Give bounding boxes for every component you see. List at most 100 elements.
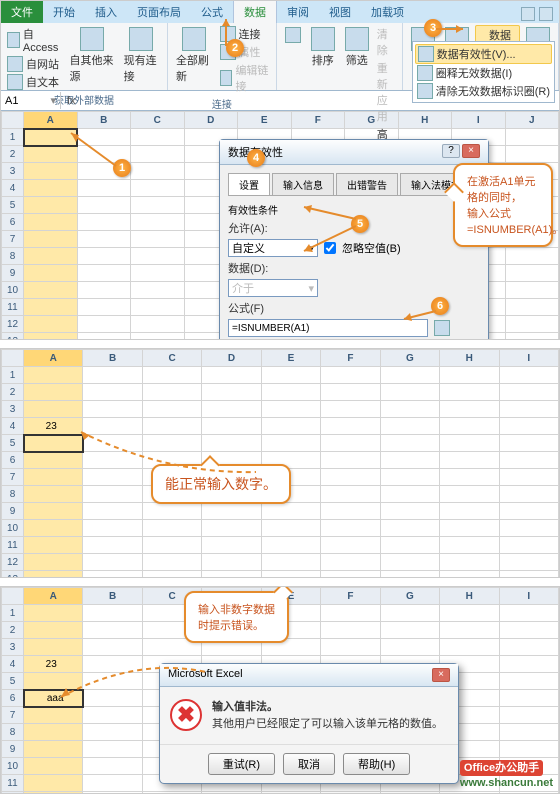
ribbon-body: 自 Access 自网站 自文本 自其他来源 现有连接 获取外部数据 全部刷新 … — [1, 23, 559, 91]
editlinks-icon — [220, 70, 233, 86]
fx-icon[interactable]: fx — [61, 95, 82, 107]
tab-error-alert[interactable]: 出错警告 — [336, 173, 398, 195]
ignore-blank-checkbox[interactable] — [324, 242, 336, 254]
help-icon[interactable] — [539, 7, 553, 21]
range-picker-icon[interactable] — [434, 320, 450, 336]
select-all[interactable] — [2, 112, 24, 129]
error-icon: ✖ — [170, 699, 202, 731]
clear-circle-icon — [417, 83, 433, 99]
dialog-data-validation: 数据有效性 ?× 设置 输入信息 出错警告 输入法模式 有效性条件 允许(A):… — [219, 139, 489, 340]
msgbox-title: Microsoft Excel — [168, 668, 243, 682]
cell-A1[interactable] — [24, 129, 78, 146]
formula-label: 公式(F) — [228, 300, 278, 316]
callout-numeric-ok: 能正常输入数字。 — [151, 464, 291, 504]
filter-icon — [345, 27, 369, 51]
close-button[interactable]: × — [432, 668, 450, 682]
marker-1: 1 — [113, 159, 131, 177]
panel-3: ABCDEFGHI 1 2 3 423 5 6aaa 7 8 9 10 11 1… — [0, 586, 560, 794]
sort-icon — [311, 27, 335, 51]
marker-5: 5 — [351, 215, 369, 233]
cancel-button[interactable]: 取消 — [283, 753, 335, 775]
btn-edit-links: 编辑链接 — [218, 61, 272, 95]
msgbox-heading: 输入值非法。 — [212, 699, 443, 716]
cell-A6[interactable]: aaa — [24, 690, 83, 707]
btn-from-web[interactable]: 自网站 — [5, 55, 63, 73]
col-D[interactable]: D — [184, 112, 238, 129]
dv-dropdown-menu: 数据有效性(V)... 圈释无效数据(I) 清除无效数据标识圈(R) — [412, 41, 555, 103]
tab-file[interactable]: 文件 — [1, 1, 43, 23]
ignore-blank-label: 忽略空值(B) — [342, 240, 401, 256]
tab-home[interactable]: 开始 — [43, 1, 85, 23]
tab-addin[interactable]: 加载项 — [361, 1, 414, 23]
btn-refresh-all[interactable]: 全部刷新 — [172, 25, 216, 95]
col-A[interactable]: A — [24, 350, 83, 367]
btn-reapply: 重新应用 — [375, 59, 398, 125]
col-C[interactable]: C — [131, 112, 185, 129]
other-source-icon — [80, 27, 104, 51]
close-button[interactable]: × — [462, 144, 480, 158]
name-box[interactable]: A1▾ — [1, 92, 61, 109]
cell-A5[interactable] — [24, 435, 83, 452]
circle-icon — [417, 65, 433, 81]
allow-label: 允许(A): — [228, 220, 278, 236]
btn-from-text[interactable]: 自文本 — [5, 73, 63, 91]
btn-clear-filter: 清除 — [375, 25, 398, 59]
dialog-tabs: 设置 输入信息 出错警告 输入法模式 — [228, 173, 480, 196]
group-external-data: 自 Access 自网站 自文本 自其他来源 现有连接 获取外部数据 — [1, 23, 168, 90]
group-sort-filter: 排序 筛选 清除 重新应用 高级 排序和筛选 — [277, 23, 403, 90]
marker-2: 2 — [226, 39, 244, 57]
chevron-down-icon[interactable]: ▾ — [50, 94, 56, 107]
callout-error-hint: 输入非数字数据 时提示错误。 — [184, 591, 289, 643]
col-B[interactable]: B — [77, 112, 131, 129]
text-icon — [7, 74, 23, 90]
msgbox-body: 其他用户已经限定了可以输入该单元格的数值。 — [212, 716, 443, 733]
marker-6: 6 — [431, 297, 449, 315]
existing-conn-icon — [129, 27, 153, 51]
dv-icon — [418, 46, 434, 62]
refresh-icon — [182, 27, 206, 51]
msgbox-titlebar[interactable]: Microsoft Excel × — [160, 664, 458, 687]
sort-az-icon — [285, 27, 301, 43]
panel-1: 文件 开始 插入 页面布局 公式 数据 审阅 视图 加载项 自 Access 自… — [0, 0, 560, 340]
btn-from-other[interactable]: 自其他来源 — [65, 25, 117, 91]
group-connections: 全部刷新 连接 属性 编辑链接 连接 — [168, 23, 277, 90]
formula-input[interactable] — [228, 319, 428, 337]
chevron-down-icon: ▾ — [308, 242, 314, 255]
marker-4: 4 — [247, 149, 265, 167]
tab-view[interactable]: 视图 — [319, 1, 361, 23]
menu-clear-circles[interactable]: 清除无效数据标识圈(R) — [415, 82, 552, 100]
tab-settings[interactable]: 设置 — [228, 173, 270, 195]
minimize-ribbon-icon[interactable] — [521, 7, 535, 21]
panel-2: A BCDEFGHI 1 2 3 423 5 6 7 8 9 10 11 12 … — [0, 348, 560, 578]
marker-3: 3 — [424, 19, 442, 37]
retry-button[interactable]: 重试(R) — [208, 753, 275, 775]
col-J[interactable]: J — [505, 112, 559, 129]
tab-formula[interactable]: 公式 — [191, 1, 233, 23]
tab-insert[interactable]: 插入 — [85, 1, 127, 23]
col-I[interactable]: I — [452, 112, 506, 129]
web-icon — [7, 56, 23, 72]
data-label: 数据(D): — [228, 260, 278, 276]
callout-formula-hint: 在激活A1单元格的同时， 输入公式=ISNUMBER(A1)。 — [453, 163, 553, 247]
tab-data[interactable]: 数据 — [233, 0, 277, 23]
tab-layout[interactable]: 页面布局 — [127, 1, 191, 23]
tab-review[interactable]: 审阅 — [277, 1, 319, 23]
data-select: 介于▾ — [228, 279, 318, 297]
criteria-label: 有效性条件 — [228, 202, 480, 217]
menu-dv[interactable]: 数据有效性(V)... — [415, 44, 552, 64]
help-button[interactable]: ? — [442, 144, 460, 158]
btn-from-access[interactable]: 自 Access — [5, 25, 63, 55]
menu-circle-invalid[interactable]: 圈释无效数据(I) — [415, 64, 552, 82]
allow-select[interactable]: 自定义▾ — [228, 239, 318, 257]
btn-connections[interactable]: 连接 — [218, 25, 272, 43]
access-icon — [7, 32, 20, 48]
col-H[interactable]: H — [398, 112, 452, 129]
ribbon-tabs: 文件 开始 插入 页面布局 公式 数据 审阅 视图 加载项 — [1, 1, 559, 23]
col-A[interactable]: A — [24, 112, 78, 129]
cell-A4[interactable]: 23 — [24, 418, 83, 435]
tab-input-msg[interactable]: 输入信息 — [272, 173, 334, 195]
watermark: Office办公助手 www.shancun.net — [460, 759, 553, 789]
btn-existing-conn[interactable]: 现有连接 — [120, 25, 163, 91]
help-button[interactable]: 帮助(H) — [343, 753, 410, 775]
window-controls — [515, 5, 559, 23]
